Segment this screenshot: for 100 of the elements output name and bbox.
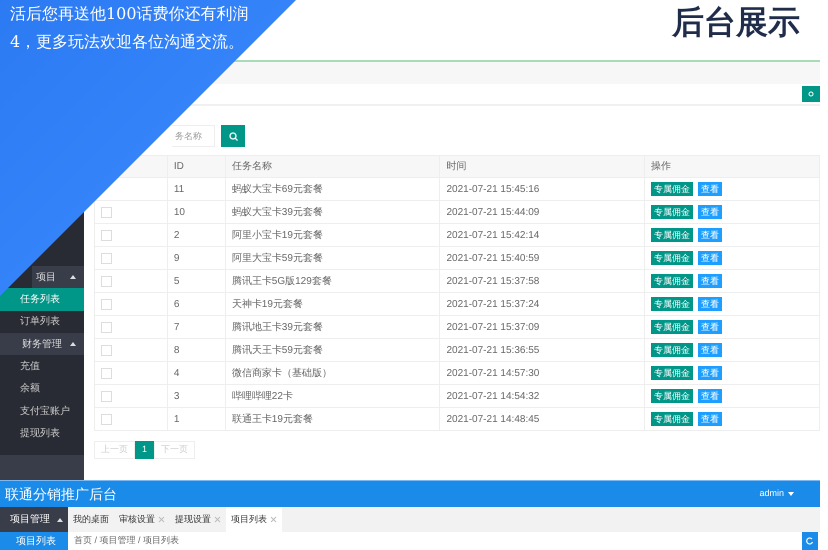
tab[interactable]: 提现设置 [170,507,226,532]
table-cell: 2021-07-21 14:48:45 [440,408,645,430]
table-cell: 阿里小宝卡19元套餐 [225,224,440,246]
table-cell: 2021-07-21 15:37:24 [440,292,645,316]
checkbox[interactable] [101,344,112,356]
view-button[interactable]: 查看 [698,412,722,426]
table-cell: 6 [167,292,226,316]
table-cell: 蚂蚁大宝卡39元套餐 [225,200,440,224]
table-cell: 腾讯地王卡39元套餐 [225,316,440,338]
view-button[interactable]: 查看 [698,204,722,218]
sidebar-item[interactable]: 项目列表 [0,532,68,550]
promo-text: 4，更多玩法欢迎各位沟通交流。 [10,31,244,53]
sidebar-item[interactable]: 支付宝账户 [0,400,84,422]
tab[interactable]: 我的桌面 [68,507,114,532]
refresh-button[interactable] [802,86,820,102]
view-button[interactable]: 查看 [698,388,722,402]
search-field[interactable]: 务名称 [172,125,215,147]
tab[interactable]: 审核设置 [114,507,170,532]
table-cell: 天神卡19元套餐 [225,292,440,316]
table-cell: 微信商家卡（基础版） [225,362,440,384]
table-cell: 3 [167,384,226,408]
view-button[interactable]: 查看 [698,342,722,356]
page-button[interactable]: 1 [135,441,154,459]
table-cell: 2021-07-21 15:45:16 [440,178,645,200]
commission-button[interactable]: 专属佣金 [651,342,694,356]
table-cell: 2021-07-21 15:42:14 [440,224,645,246]
checkbox[interactable] [101,230,112,240]
sidebar-group-label: 项目 [36,270,56,284]
column-header: 操作 [644,156,820,178]
table-cell: 联通王卡19元套餐 [225,408,440,430]
caret-icon [788,492,794,496]
commission-button[interactable]: 专属佣金 [651,366,694,380]
table-cell: 1 [167,408,226,430]
table-cell: 2021-07-21 14:54:32 [440,384,645,408]
view-button[interactable]: 查看 [698,182,722,196]
checkbox[interactable] [101,322,112,332]
table-cell: 2021-07-21 15:37:58 [440,270,645,292]
page-title: 后台展示 [672,3,800,42]
sidebar-item[interactable]: 充值 [0,355,84,378]
table-cell: 5 [167,270,226,292]
commission-button[interactable]: 专属佣金 [651,388,694,402]
view-button[interactable]: 查看 [698,320,722,334]
view-button[interactable]: 查看 [698,366,722,380]
table-cell: 阿里大宝卡59元套餐 [225,246,440,270]
sidebar-group[interactable]: 财务管理 [0,333,84,355]
sidebar-item[interactable]: 订单列表 [0,310,84,333]
view-button[interactable]: 查看 [698,274,722,288]
close-icon [158,516,165,523]
view-button[interactable]: 查看 [698,296,722,310]
table-cell: 4 [167,362,226,384]
sidebar-item[interactable]: 任务列表 [0,288,84,310]
table-cell: 哔哩哔哩22卡 [225,384,440,408]
sidebar-item[interactable]: 余额 [0,378,84,400]
refresh-button[interactable] [802,532,818,550]
checkbox[interactable] [101,414,112,424]
commission-button[interactable]: 专属佣金 [651,412,694,426]
commission-button[interactable]: 专属佣金 [651,274,694,288]
tab[interactable]: 项目列表 [226,507,282,532]
checkbox[interactable] [101,368,112,378]
refresh-icon [805,536,815,546]
table-cell: 10 [167,200,226,224]
checkbox[interactable] [101,276,112,286]
refresh-icon [808,91,814,97]
search-button[interactable] [221,125,245,147]
table-cell: 7 [167,316,226,338]
table-cell: 腾讯王卡5G版129套餐 [225,270,440,292]
commission-button[interactable]: 专属佣金 [651,250,694,264]
table-cell: 8 [167,338,226,362]
promo-text: 活后您再送他100话费你还有利润 [10,3,249,25]
table-cell: 2021-07-21 15:36:55 [440,338,645,362]
sidebar-group-label: 财务管理 [22,338,62,352]
table-cell: 蚂蚁大宝卡69元套餐 [225,178,440,200]
commission-button[interactable]: 专属佣金 [651,204,694,218]
user-menu[interactable]: admin [759,487,794,501]
column-header: 时间 [440,156,645,178]
commission-button[interactable]: 专属佣金 [651,296,694,310]
view-button[interactable]: 查看 [698,228,722,242]
table-cell: 2021-07-21 15:37:09 [440,316,645,338]
checkbox[interactable] [101,298,112,310]
commission-button[interactable]: 专属佣金 [651,182,694,196]
view-button[interactable]: 查看 [698,250,722,264]
table-cell: 腾讯天王卡59元套餐 [225,338,440,362]
table-cell: 2021-07-21 15:44:09 [440,200,645,224]
commission-button[interactable]: 专属佣金 [651,320,694,334]
checkbox[interactable] [101,390,112,402]
sidebar-group[interactable]: 项目管理 [0,507,68,532]
checkbox[interactable] [101,206,112,218]
sidebar-item[interactable]: 提现列表 [0,422,84,445]
user-name: admin [759,487,784,500]
brand-title: 联通分销推广后台 [5,484,117,504]
breadcrumb: 首页 / 项目管理 / 项目列表 [73,534,180,548]
table-cell: 2021-07-21 14:57:30 [440,362,645,384]
sidebar-group[interactable]: 项目 [32,266,84,288]
column-header: 任务名称 [225,156,440,178]
table-cell: 2 [167,224,226,246]
close-icon [214,516,221,523]
commission-button[interactable]: 专属佣金 [651,228,694,242]
column-header: ID [167,156,226,178]
sidebar-group-label: 项目管理 [10,513,50,527]
checkbox[interactable] [101,252,112,264]
